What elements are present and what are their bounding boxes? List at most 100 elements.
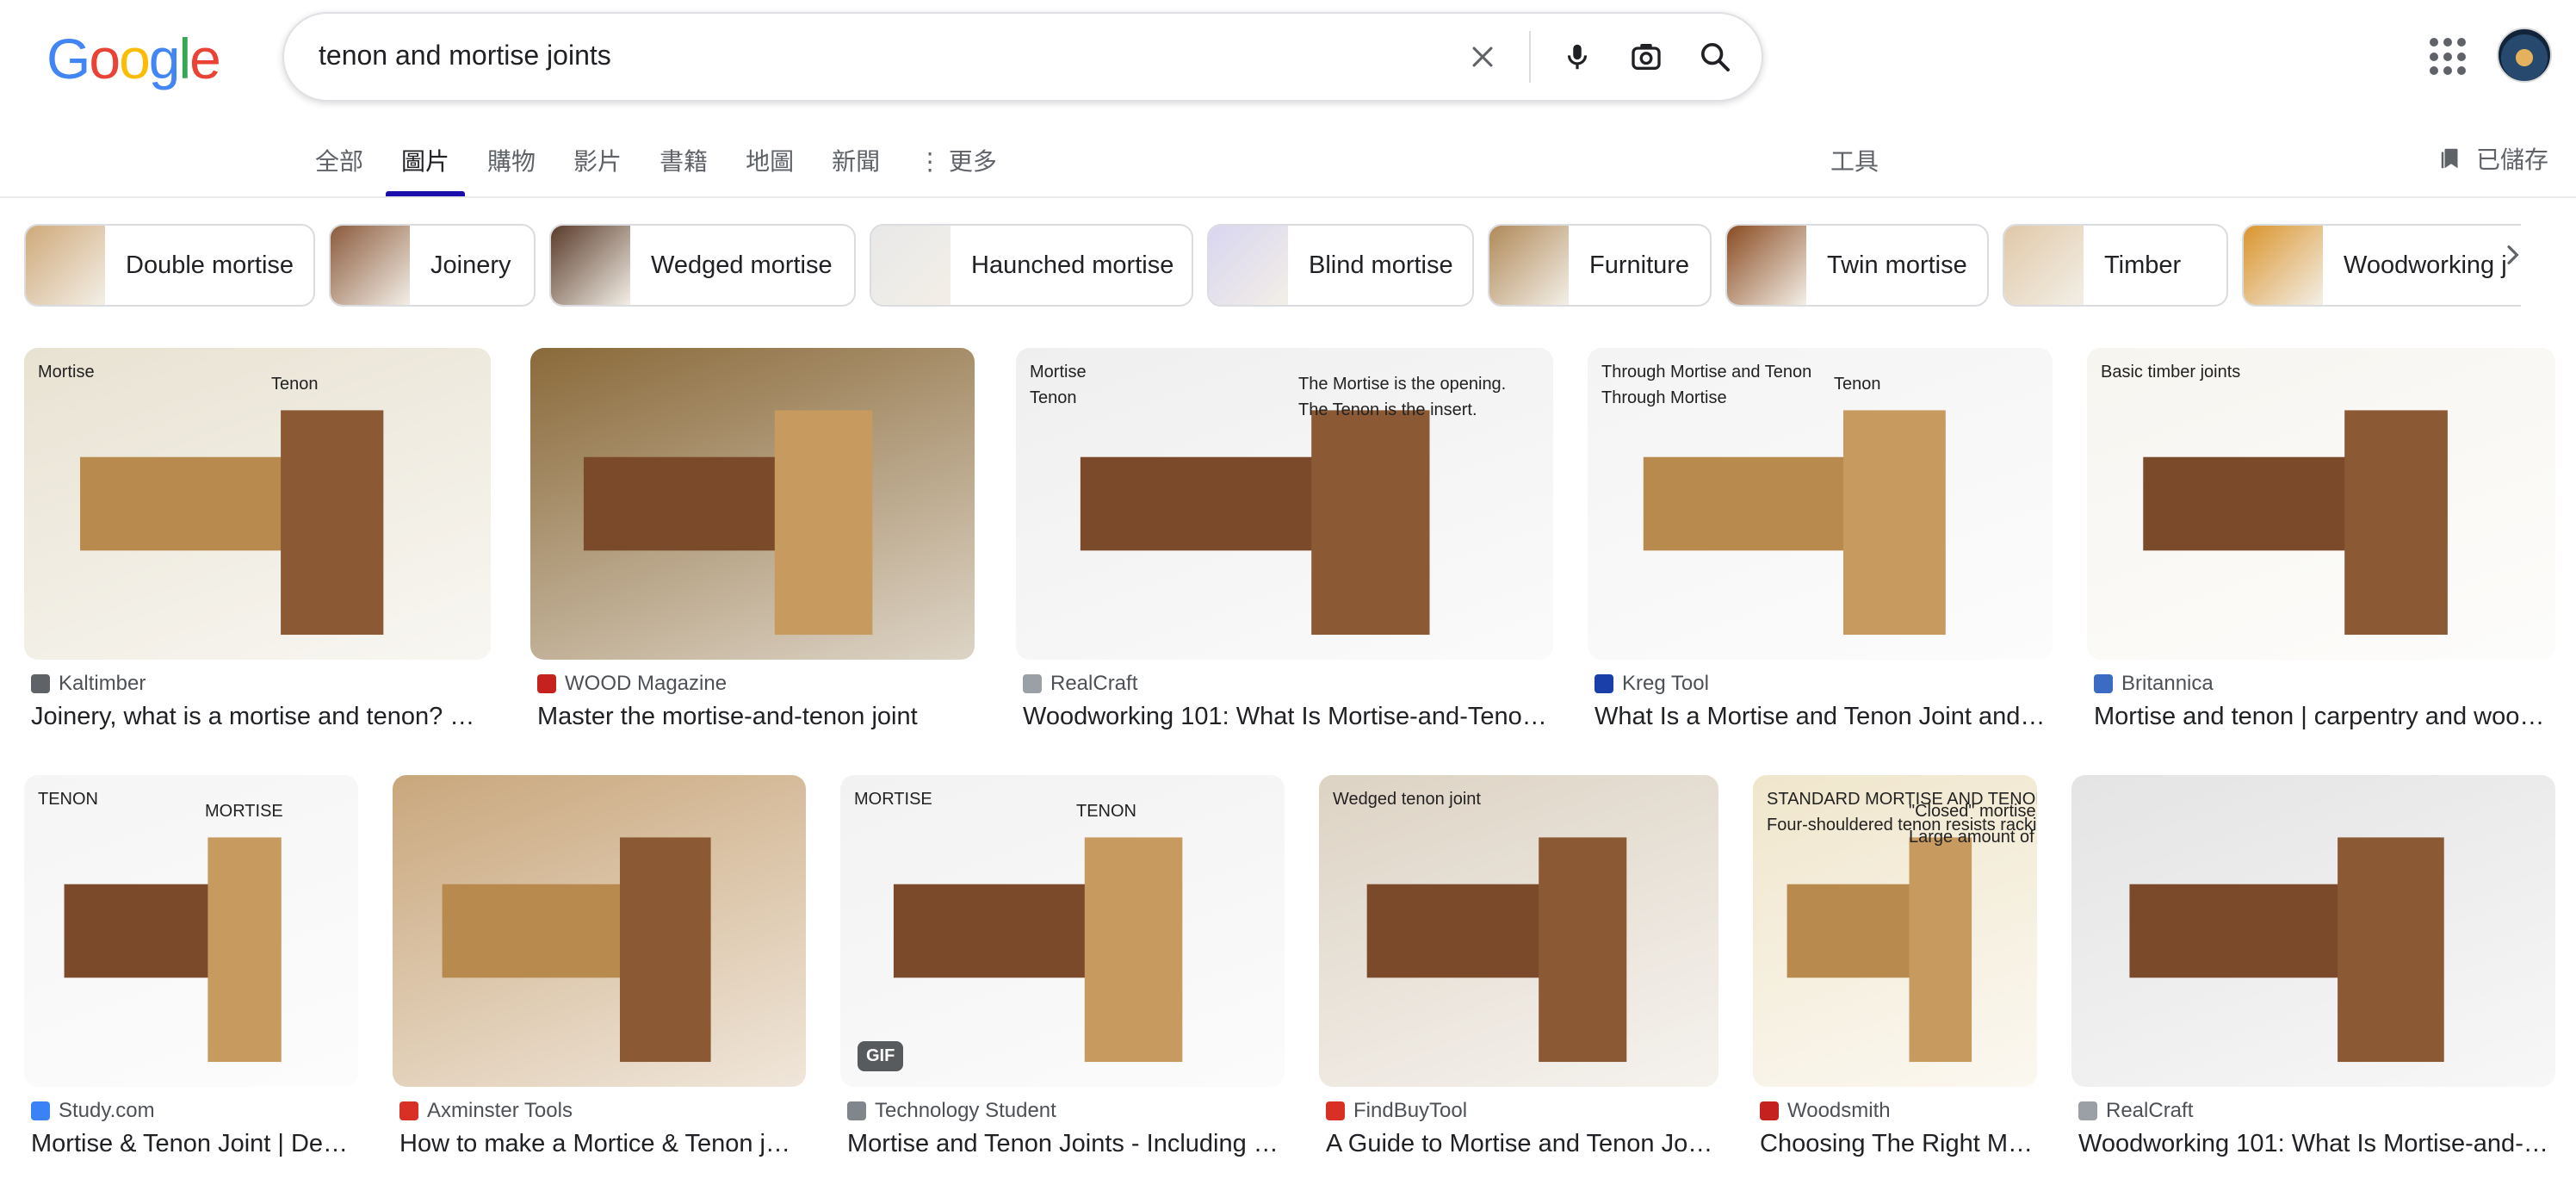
result-source-name: Britannica [2121,672,2214,695]
result-title[interactable]: What Is a Mortise and Tenon Joint and… [1595,703,2053,731]
tab-more-label: 更多 [948,148,997,175]
avatar[interactable] [2497,28,2552,83]
image-result[interactable]: WOOD Magazine Master the mortise-and-teno… [530,348,975,742]
mortise-block [1539,837,1627,1063]
result-thumbnail[interactable] [530,348,975,660]
tab-shopping[interactable]: 購物 [487,143,536,196]
result-source[interactable]: Study.com [31,1099,155,1123]
header-divider [0,196,2576,198]
result-thumbnail[interactable] [393,775,806,1087]
image-result[interactable]: Basic timber joints Britannica Mortise and… [2087,348,2555,742]
chevron-right-icon[interactable] [2490,233,2535,277]
result-thumbnail[interactable]: Through Mortise and Tenon Tenon Through Mo… [1588,348,2053,660]
result-source-name: RealCraft [2106,1099,2194,1122]
related-chip[interactable]: Double mortise [24,224,315,307]
thumbnail-annotation: Tenon [1834,375,1881,394]
search-box[interactable]: tenon and mortise joints [282,12,1763,102]
thumbnail-annotation: MORTISE [854,790,932,809]
result-source[interactable]: Britannica [2094,672,2214,696]
chip-label: Furniture [1589,251,1690,279]
apps-grid-icon[interactable] [2426,34,2471,79]
result-title[interactable]: How to make a Mortice & Tenon j… [399,1130,806,1158]
microphone-icon[interactable] [1555,34,1600,79]
camera-lens-icon[interactable] [1624,34,1669,79]
tab-more[interactable]: ⋮ 更多 [918,143,997,196]
image-result[interactable]: MORTISE TENON GIF Technology Student Mortise… [840,775,1285,1169]
result-title[interactable]: Master the mortise-and-tenon joint [537,703,975,731]
related-chip[interactable]: Twin mortise [1725,224,1989,307]
site-favicon-icon [31,674,50,693]
related-chip[interactable]: Haunched mortise [870,224,1193,307]
site-favicon-icon [2078,1101,2097,1120]
result-source[interactable]: Woodsmith [1760,1099,1891,1123]
result-title[interactable]: Joinery, what is a mortise and tenon? … [31,703,491,731]
thumbnail-annotation: Tenon [1030,388,1077,407]
result-thumbnail[interactable]: Mortise The Mortise is the opening. Tenon T… [1016,348,1553,660]
clear-icon[interactable] [1460,34,1505,79]
search-icon[interactable] [1693,34,1737,79]
image-result[interactable]: Wedged tenon joint FindBuyTool A Guide to … [1319,775,1718,1169]
tools-button[interactable]: 工具 [1830,143,1879,177]
search-input[interactable]: tenon and mortise joints [319,40,611,71]
result-source[interactable]: Kreg Tool [1595,672,1709,696]
result-source[interactable]: Axminster Tools [399,1099,573,1123]
related-chip[interactable]: Joinery [329,224,536,307]
site-favicon-icon [847,1101,866,1120]
chip-label: Haunched mortise [971,251,1174,279]
search-divider [1529,31,1531,83]
result-thumbnail[interactable]: Mortise Tenon [24,348,491,660]
result-title[interactable]: Woodworking 101: What Is Mortise-and-Ten… [1023,703,1553,731]
thumbnail-annotation: Through Mortise [1601,388,1727,407]
result-source[interactable]: WOOD Magazine [537,672,727,696]
result-title[interactable]: Mortise & Tenon Joint | De… [31,1130,358,1158]
result-title[interactable]: A Guide to Mortise and Tenon Jo… [1326,1130,1718,1158]
result-thumbnail[interactable]: Basic timber joints [2087,348,2555,660]
site-favicon-icon [31,1101,50,1120]
google-logo[interactable]: Google [46,26,221,91]
result-title[interactable]: Woodworking 101: What Is Mortise-and-… [2078,1130,2555,1158]
tab-videos[interactable]: 影片 [573,143,622,196]
result-thumbnail[interactable]: Wedged tenon joint [1319,775,1718,1087]
tab-news[interactable]: 新聞 [832,143,880,196]
result-source[interactable]: RealCraft [1023,672,1137,696]
chip-thumbnail [1489,226,1569,305]
chip-thumbnail [551,226,630,305]
result-source[interactable]: RealCraft [2078,1099,2193,1123]
image-result[interactable]: RealCraft Woodworking 101: What Is Mortis… [2071,775,2555,1169]
tab-images[interactable]: 圖片 [386,143,466,196]
related-chip[interactable]: Furniture [1488,224,1712,307]
result-thumbnail[interactable]: TENON MORTISE [24,775,358,1087]
result-title[interactable]: Choosing The Right M… [1760,1130,2037,1158]
result-title[interactable]: Mortise and tenon | carpentry and woo… [2094,703,2555,731]
result-thumbnail[interactable]: STANDARD MORTISE AND TENON "Closed" morti… [1753,775,2037,1087]
related-chip[interactable]: Blind mortise [1207,224,1474,307]
image-result[interactable]: TENON MORTISE Study.com Mortise & Tenon Joi… [24,775,358,1169]
mortise-block [620,837,711,1063]
joint-illustration [2129,837,2444,1063]
result-thumbnail[interactable] [2071,775,2555,1087]
joint-illustration: Through Mortise and Tenon Tenon Through Mo… [1601,363,1946,636]
tab-books[interactable]: 書籍 [659,143,708,196]
related-chip[interactable]: Timber [2003,224,2228,307]
result-title[interactable]: Mortise and Tenon Joints - Including … [847,1130,1285,1158]
image-result[interactable]: Mortise The Mortise is the opening. Tenon T… [1016,348,1553,742]
tab-all[interactable]: 全部 [315,143,363,196]
thumbnail-annotation: The Mortise is the opening. [1298,375,1506,394]
image-result[interactable]: Mortise Tenon Kaltimber Joinery, what is a … [24,348,491,742]
result-thumbnail[interactable]: MORTISE TENON GIF [840,775,1285,1087]
image-result[interactable]: Axminster Tools How to make a Mortice & T… [393,775,806,1169]
image-result[interactable]: Through Mortise and Tenon Tenon Through Mo… [1588,348,2053,742]
result-source-name: Axminster Tools [427,1099,573,1122]
result-source[interactable]: Kaltimber [31,672,146,696]
result-source[interactable]: Technology Student [847,1099,1056,1123]
saved-button[interactable]: 已儲存 [2438,141,2548,176]
logo-letter: G [46,27,90,90]
related-chip[interactable]: Woodworking j [2242,224,2521,307]
image-result[interactable]: STANDARD MORTISE AND TENON "Closed" morti… [1753,775,2037,1169]
mortise-block [207,837,282,1063]
tab-maps[interactable]: 地圖 [746,143,794,196]
chip-label: Timber [2104,251,2182,279]
logo-letter: o [119,27,151,90]
related-chip[interactable]: Wedged mortise [549,224,856,307]
result-source[interactable]: FindBuyTool [1326,1099,1467,1123]
